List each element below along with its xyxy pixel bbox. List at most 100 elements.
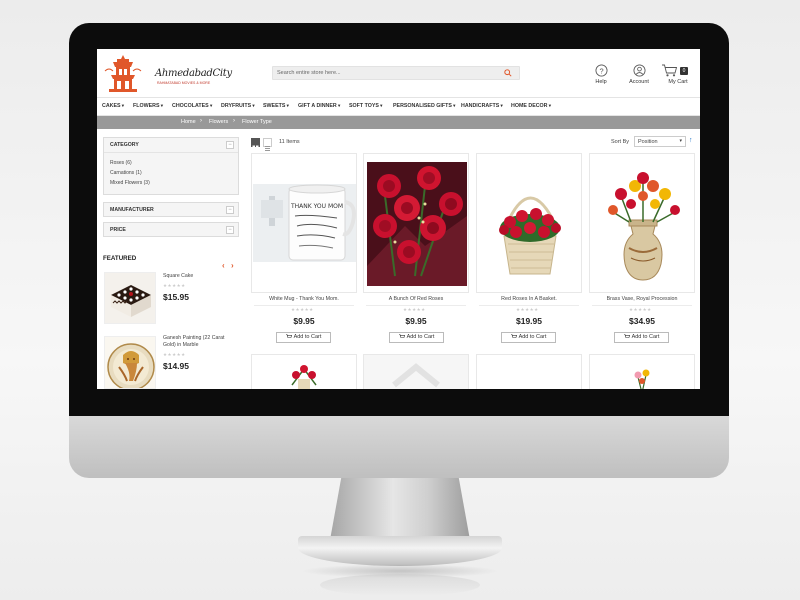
grid-view-icon[interactable] [251,138,260,152]
logo-wordmark: AhmedabadCity [155,68,232,79]
search-icon[interactable] [504,69,512,77]
filter-price[interactable]: PRICE − [103,222,239,237]
product-name-roses-basket[interactable]: Red Roses In A Basket. [476,296,582,302]
product-image-brass-vase[interactable] [591,156,694,290]
cart-icon [285,334,292,338]
product-name-brass-vase[interactable]: Brass Vase, Royal Procession [589,296,695,302]
chevron-right-icon[interactable]: › [231,261,234,270]
add-to-cart-button[interactable]: Add to Cart [389,332,444,343]
product-image-roses-basket[interactable] [478,156,581,290]
add-to-cart-label: Add to Cart [631,334,660,340]
filter-manufacturer[interactable]: MANUFACTURER − [103,202,239,217]
product-image-placeholder [364,355,468,389]
account-link[interactable]: Account [624,64,654,92]
featured-name-ganesh-painting[interactable]: Ganesh Painting (22 Carat Gold) in Marbl… [163,335,235,349]
nav-item-chocolates[interactable]: CHOCOLATES [172,103,212,109]
collapse-icon[interactable]: − [226,206,234,214]
account-label: Account [629,79,649,85]
nav-item-cakes[interactable]: CAKES [102,103,124,109]
product-image-mug[interactable]: THANK YOU MOM [253,156,356,290]
cart-icon [623,334,630,338]
breadcrumb-separator-icon: › [200,118,202,124]
add-to-cart-button[interactable]: Add to Cart [614,332,669,343]
breadcrumb: Home › Flowers › Flower Type [97,116,700,129]
filter-option-mixed-flowers[interactable]: Mixed Flowers (3) [110,180,150,186]
add-to-cart-label: Add to Cart [518,334,547,340]
sort-direction-arrow-icon[interactable]: ↑ [689,137,693,144]
featured-image-ganesh-painting[interactable] [104,336,156,389]
breadcrumb-separator-icon: › [233,118,235,124]
nav-item-sweets[interactable]: SWEETS [263,103,289,109]
product-price-brass-vase: $34.95 [629,316,655,326]
nav-item-gift-a-dinner[interactable]: GIFT A DINNER [298,103,340,109]
website-screen: AhmedabadCity RAHMATABAD MOVIES & MORE ?… [97,49,700,389]
filter-option-carnations[interactable]: Carnations (1) [110,170,142,176]
collapse-icon[interactable]: − [226,141,234,149]
featured-title: FEATURED [103,255,137,262]
featured-name-square-cake[interactable]: Square Cake [163,273,235,280]
add-to-cart-label: Add to Cart [406,334,435,340]
add-to-cart-button[interactable]: Add to Cart [276,332,331,343]
ganesh-painting-image [105,337,155,388]
sort-label: Sort By [611,139,630,145]
featured-price-square-cake: $15.95 [163,292,189,302]
product-card[interactable]: THANK YOU MOM [251,153,357,293]
rating-stars-icon: ★★★★★ [163,352,186,357]
logo-tagline: RAHMATABAD MOVIES & MORE [157,81,211,85]
rating-stars-icon: ★★★★★ [629,307,652,312]
product-card[interactable] [589,153,695,293]
featured-price-ganesh-painting: $14.95 [163,361,189,371]
product-card[interactable] [363,354,469,389]
product-card[interactable] [589,354,695,389]
mug-text: THANK YOU MOM [290,203,343,210]
product-name-mug[interactable]: White Mug - Thank You Mom. [251,296,357,302]
product-image-red-roses-bunch[interactable] [365,156,468,290]
cart-count-badge: 0 [680,67,688,75]
cake-image [105,273,155,323]
nav-item-personalised-gifts[interactable]: PERSONALISED GIFTS [393,103,455,109]
rating-stars-icon: ★★★★★ [403,307,426,312]
search-input[interactable] [277,68,497,78]
product-divider [592,305,692,306]
filter-manufacturer-title: MANUFACTURER [110,207,154,213]
cart-label: My Cart [668,79,688,85]
nav-item-home-decor[interactable]: HOME DECOR [511,103,551,109]
cart-icon [398,334,405,338]
collapse-icon[interactable]: − [226,226,234,234]
product-name-red-roses-bunch[interactable]: A Bunch Of Red Roses [363,296,469,302]
filter-option-roses[interactable]: Roses (6) [110,160,132,166]
sort-select[interactable]: Position [634,136,686,147]
product-price-roses-basket: $19.95 [516,316,542,326]
temple-logo-icon [104,55,142,92]
help-link[interactable]: ? Help [586,64,616,92]
rating-stars-icon: ★★★★★ [291,307,314,312]
help-label: Help [595,79,607,85]
account-icon [633,64,645,77]
cart-icon [662,64,678,77]
svg-text:?: ? [599,66,603,75]
nav-item-handicrafts[interactable]: HANDICRAFTS [461,103,503,109]
monitor-stand [330,478,470,540]
base-reflection [320,574,480,596]
breadcrumb-flower-type: Flower Type [242,119,272,125]
list-view-icon[interactable] [263,138,272,151]
product-card[interactable] [476,354,582,389]
search-bar [272,66,520,80]
nav-item-flowers[interactable]: FLOWERS [133,103,163,109]
featured-image-square-cake[interactable] [104,272,156,324]
breadcrumb-flowers[interactable]: Flowers [209,119,228,125]
filter-category-title[interactable]: CATEGORY [110,142,139,148]
product-card[interactable] [476,153,582,293]
nav-item-soft-toys[interactable]: SOFT TOYS [349,103,382,109]
filter-category: CATEGORY − Roses (6) Carnations (1) Mixe… [103,137,239,195]
nav-item-dryfruits[interactable]: DRYFRUITS [221,103,255,109]
add-to-cart-button[interactable]: Add to Cart [501,332,556,343]
breadcrumb-home[interactable]: Home [181,119,196,125]
site-logo[interactable]: AhmedabadCity RAHMATABAD MOVIES & MORE [103,53,232,95]
cart-link[interactable]: 0 My Cart [661,64,695,92]
product-price-mug: $9.95 [293,316,315,326]
product-card[interactable] [251,354,357,389]
product-divider [366,305,466,306]
chevron-left-icon[interactable]: ‹ [222,261,225,270]
product-card[interactable] [363,153,469,293]
